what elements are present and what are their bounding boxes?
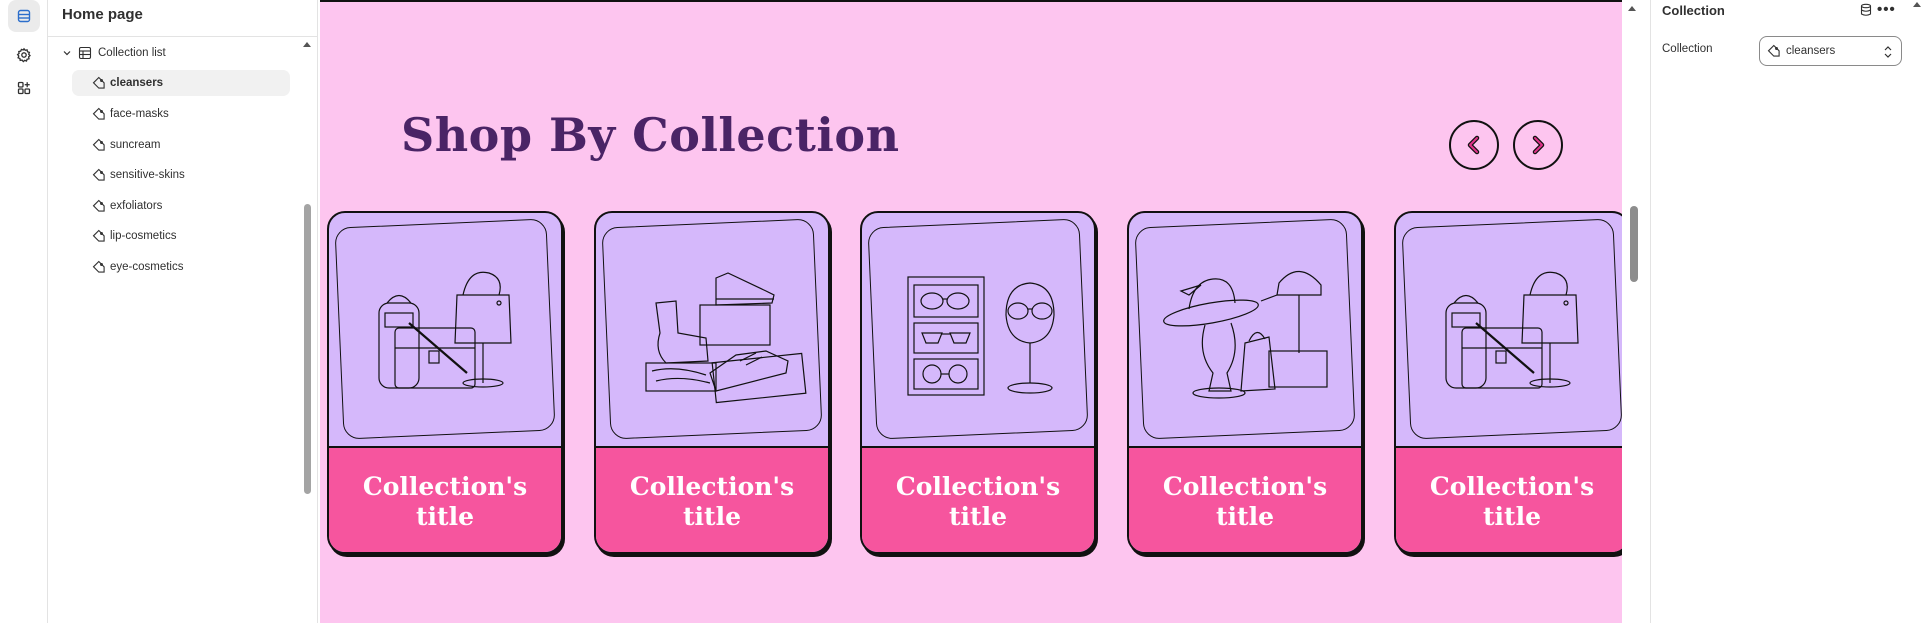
more-options-icon[interactable]: ••• [1877,1,1896,18]
tag-icon [92,138,105,151]
shoes-illustration [645,272,807,404]
tree-item-label: cleansers [110,77,164,89]
card-title: Collection's title [1396,446,1622,552]
collection-card[interactable]: Collection's title [1394,211,1622,554]
tree-item-label: sensitive-skins [110,169,185,181]
tree-item-label: exfoliators [110,200,163,212]
tag-icon [92,260,105,273]
tree-item-sensitive-skins[interactable]: sensitive-skins [72,162,290,188]
tree-root-label: Collection list [98,47,166,59]
tag-icon [92,107,105,120]
chevron-down-icon[interactable] [62,48,72,58]
preview-scroll-up-arrow[interactable] [1628,6,1636,11]
settings-gear-icon[interactable] [8,39,40,71]
tree-item-collection-list[interactable]: Collection list [62,43,166,63]
tree-item-label: lip-cosmetics [110,230,177,242]
collection-list-icon [78,46,92,60]
collection-select-value: cleansers [1786,45,1836,57]
tag-icon [92,229,105,242]
sections-icon[interactable] [8,0,40,32]
tree-item-cleansers[interactable]: cleansers [72,70,290,96]
bags-illustration [378,271,512,389]
tree-item-label: eye-cosmetics [110,261,184,273]
carousel-next-button[interactable] [1513,120,1563,170]
tree-item-label: face-masks [110,108,169,120]
icon-rail [0,0,48,623]
tree-item-suncream[interactable]: suncream [72,132,290,158]
card-title: Collection's title [862,446,1094,552]
preview-scrollbar-thumb[interactable] [1630,206,1638,282]
tag-icon [92,76,105,89]
tree-item-exfoliators[interactable]: exfoliators [72,193,290,219]
tree-item-eye-cosmetics[interactable]: eye-cosmetics [72,254,290,280]
panel-title: Collection [1662,3,1725,18]
collection-card[interactable]: Collection's title [594,211,830,554]
panel-scroll-up-arrow[interactable] [1913,2,1921,7]
chevron-left-icon [1467,135,1480,155]
section-heading: Shop By Collection [401,108,900,162]
sidebar-scroll-up-arrow[interactable] [303,42,311,47]
preview-top-border [320,0,1622,2]
collection-card[interactable]: Collection's title [860,211,1096,554]
apps-icon[interactable] [8,72,40,104]
collection-field-label: Collection [1662,43,1713,55]
tag-icon [92,199,105,212]
sidebar-scrollbar-thumb[interactable] [304,204,311,494]
card-title: Collection's title [596,446,828,552]
bags-illustration [1445,271,1579,389]
section-sidebar: Home page Collection list cleansers face… [48,0,318,623]
tag-icon [1767,44,1780,57]
settings-panel: Collection ••• Collection cleansers [1650,0,1922,623]
collection-card[interactable]: Collection's title [1127,211,1363,554]
sidebar-divider [48,36,318,37]
theme-preview: Shop By Collection Collection's title Co… [320,0,1622,623]
carousel-prev-button[interactable] [1449,120,1499,170]
hats-illustration [1163,270,1328,399]
database-icon[interactable] [1859,3,1873,17]
glasses-illustration [907,276,1055,396]
card-title: Collection's title [1129,446,1361,552]
sidebar-title: Home page [62,6,143,23]
tree-item-lip-cosmetics[interactable]: lip-cosmetics [72,223,290,249]
card-title: Collection's title [329,446,561,552]
chevron-right-icon [1532,135,1545,155]
collection-select[interactable]: cleansers [1759,36,1902,66]
tree-item-face-masks[interactable]: face-masks [72,101,290,127]
collection-card[interactable]: Collection's title [327,211,563,554]
preview-scrollbar-track [1622,0,1640,623]
select-chevron-icon [1884,46,1892,58]
tree-item-label: suncream [110,139,161,151]
tag-icon [92,168,105,181]
